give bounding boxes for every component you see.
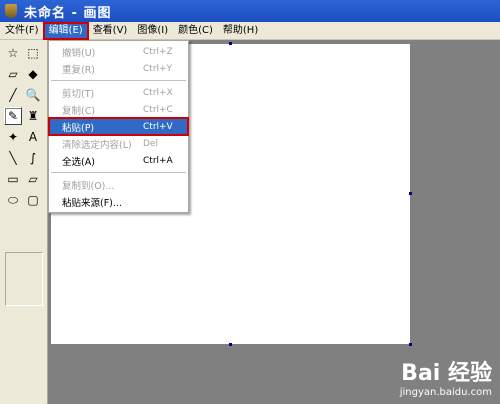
menu-item-label: 剪切(T) — [62, 88, 95, 100]
menu-separator — [51, 80, 186, 81]
edit-menu-item[interactable]: 粘贴来源(F)... — [49, 193, 188, 210]
watermark: Bai 经验 jingyan.baidu.com — [400, 355, 492, 398]
rectangle-icon[interactable]: ▭ — [4, 170, 22, 188]
edit-menu-item[interactable]: 全选(A) Ctrl+A — [49, 152, 188, 169]
color-picker-icon[interactable]: ╱ — [4, 86, 22, 104]
resize-handle-bottom-center[interactable] — [229, 343, 232, 346]
menu-help[interactable]: 帮助(H) — [218, 23, 263, 39]
menu-separator — [51, 172, 186, 173]
window-title: 未命名 - 画图 — [24, 5, 112, 21]
rounded-rect-icon[interactable]: ▢ — [24, 191, 42, 209]
edit-menu-dropdown: 撤销(U) Ctrl+Z 重复(R) Ctrl+Y 剪切(T) Ctrl+X 复制(C) Ct… — [48, 40, 189, 213]
menu-file[interactable]: 文件(F) — [0, 23, 44, 39]
curve-icon[interactable]: ∫ — [24, 149, 42, 167]
edit-menu-item[interactable]: 复制到(O)... — [49, 176, 188, 193]
menu-view[interactable]: 查看(V) — [88, 23, 133, 39]
menu-item-label: 撤销(U) — [62, 47, 96, 59]
menu-colors[interactable]: 颜色(C) — [173, 23, 218, 39]
menu-item-label: 全选(A) — [62, 156, 95, 168]
free-select-icon[interactable]: ☆ — [4, 44, 22, 62]
menu-item-label: 粘贴(P) — [62, 122, 95, 134]
menu-item-shortcut: Ctrl+Z — [143, 46, 173, 57]
menu-item-label: 复制(C) — [62, 105, 96, 117]
airbrush-icon[interactable]: ✦ — [4, 128, 22, 146]
menu-item-shortcut: Ctrl+Y — [143, 63, 173, 74]
edit-menu-item[interactable]: 复制(C) Ctrl+C — [49, 101, 188, 118]
menu-item-shortcut: Ctrl+X — [143, 87, 173, 98]
fill-icon[interactable]: ◆ — [24, 65, 42, 83]
edit-menu-item[interactable]: 撤销(U) Ctrl+Z — [49, 43, 188, 60]
menu-item-label: 复制到(O)... — [62, 180, 115, 192]
edit-menu-item[interactable]: 粘贴(P) Ctrl+V — [48, 117, 189, 136]
menu-item-label: 粘贴来源(F)... — [62, 197, 122, 209]
menu-item-shortcut: Del — [143, 138, 158, 149]
text-icon[interactable]: A — [24, 128, 42, 146]
menu-image[interactable]: 图像(I) — [132, 23, 173, 39]
brush-icon[interactable]: ♜ — [24, 107, 42, 125]
menu-edit[interactable]: 编辑(E) — [42, 21, 89, 40]
polygon-icon[interactable]: ▱ — [24, 170, 42, 188]
paint-app-icon — [4, 4, 18, 18]
watermark-url: jingyan.baidu.com — [399, 387, 492, 398]
title-bar: 未命名 - 画图 — [0, 0, 500, 22]
resize-handle-right-center[interactable] — [409, 192, 412, 195]
edit-menu-item[interactable]: 清除选定内容(L) Del — [49, 135, 188, 152]
pencil-icon[interactable]: ✎ — [4, 107, 22, 125]
eraser-icon[interactable]: ▱ — [4, 65, 22, 83]
watermark-logo: Bai 经验 — [401, 361, 492, 386]
ellipse-icon[interactable]: ⬭ — [4, 191, 22, 209]
edit-menu-item[interactable]: 重复(R) Ctrl+Y — [49, 60, 188, 77]
magnifier-icon[interactable]: 🔍 — [24, 86, 42, 104]
toolbox: ☆ ⬚ ▱ ◆ ╱ 🔍 ✎ ♜ ✦ A ╲ ∫ ▭ ▱ ⬭ ▢ — [0, 40, 48, 404]
menu-item-shortcut: Ctrl+V — [143, 121, 173, 132]
resize-handle-bottom-right[interactable] — [409, 343, 412, 346]
menu-item-shortcut: Ctrl+C — [143, 104, 173, 115]
edit-menu-item[interactable]: 剪切(T) Ctrl+X — [49, 84, 188, 101]
menu-item-label: 重复(R) — [62, 64, 96, 76]
menu-item-shortcut: Ctrl+A — [143, 155, 173, 166]
line-icon[interactable]: ╲ — [4, 149, 22, 167]
resize-handle-top-center[interactable] — [229, 42, 232, 45]
menu-bar: 文件(F) 编辑(E) 查看(V) 图像(I) 颜色(C) 帮助(H) — [0, 21, 500, 40]
tool-grid: ☆ ⬚ ▱ ◆ ╱ 🔍 ✎ ♜ ✦ A ╲ ∫ ▭ ▱ ⬭ ▢ — [4, 44, 44, 212]
menu-item-label: 清除选定内容(L) — [62, 139, 132, 151]
rect-select-icon[interactable]: ⬚ — [24, 44, 42, 62]
tool-options-panel[interactable] — [5, 252, 43, 306]
